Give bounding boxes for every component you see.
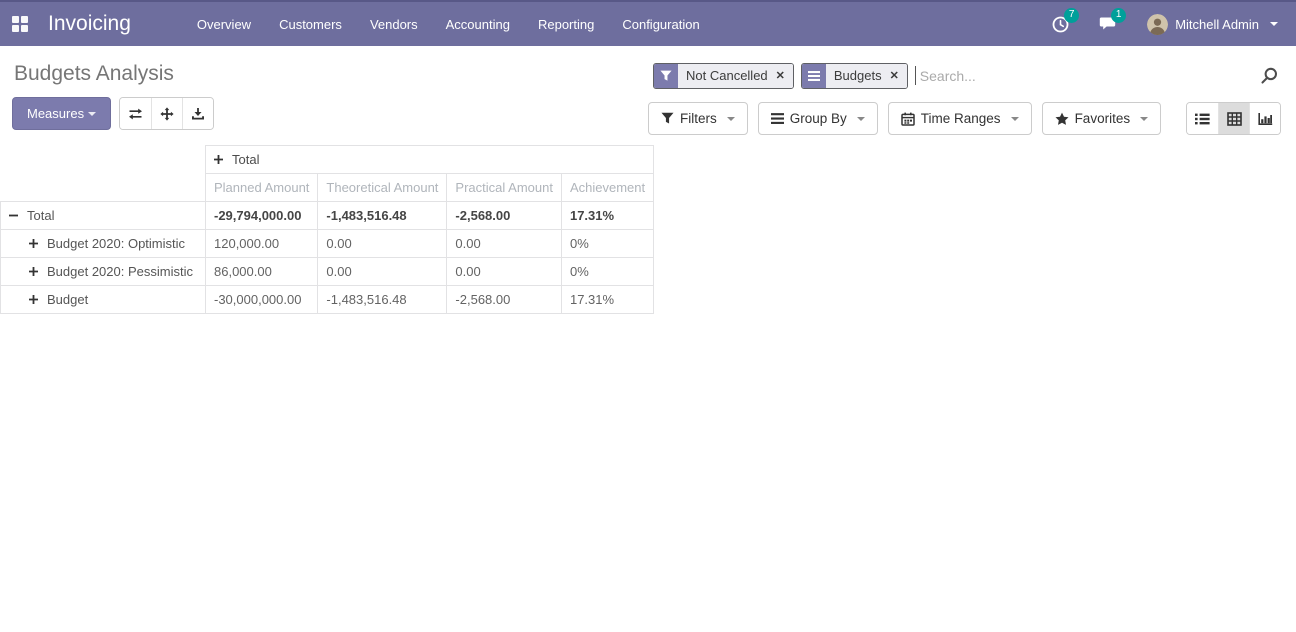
pivot-cell: 120,000.00 [206, 230, 318, 258]
expand-all-button[interactable] [151, 98, 182, 129]
app-title[interactable]: Invoicing [48, 12, 131, 36]
favorites-button[interactable]: Favorites [1042, 102, 1162, 135]
list-icon [1195, 112, 1210, 126]
chevron-down-icon [857, 117, 865, 121]
pivot-toolbar [119, 97, 214, 130]
pivot-row-budget[interactable]: Budget [1, 286, 206, 314]
download-button[interactable] [182, 98, 213, 129]
pivot-col-group-total[interactable]: Total [206, 146, 654, 174]
view-switcher [1186, 102, 1281, 135]
pivot-cell: 0.00 [447, 258, 562, 286]
pivot-view-button[interactable] [1218, 103, 1249, 134]
pivot-corner-cell [1, 174, 206, 202]
time-ranges-button[interactable]: Time Ranges [888, 102, 1032, 135]
main-menu: Overview Customers Vendors Accounting Re… [187, 11, 710, 38]
facet-label: Budgets [834, 68, 882, 83]
flip-axis-button[interactable] [120, 98, 151, 129]
pivot-cell: 0.00 [318, 230, 447, 258]
page-title: Budgets Analysis [14, 62, 648, 86]
menu-item-customers[interactable]: Customers [269, 11, 352, 38]
pivot-cell: 86,000.00 [206, 258, 318, 286]
chevron-down-icon [1270, 22, 1278, 26]
table-row: Budget 2020: Pessimistic 86,000.00 0.00 … [1, 258, 654, 286]
facet-remove-icon[interactable]: ✕ [890, 69, 899, 82]
star-icon [1055, 112, 1069, 126]
calendar-icon [901, 112, 915, 126]
pivot-cell: -2,568.00 [447, 202, 562, 230]
user-name: Mitchell Admin [1175, 17, 1259, 32]
pivot-cell: -1,483,516.48 [318, 286, 447, 314]
messages-badge: 1 [1111, 8, 1126, 23]
chevron-down-icon [1011, 117, 1019, 121]
text-cursor [915, 66, 916, 85]
measure-header-planned[interactable]: Planned Amount [206, 174, 318, 202]
menu-item-reporting[interactable]: Reporting [528, 11, 604, 38]
search-facet-groupby: Budgets ✕ [801, 63, 908, 89]
pivot-cell: 0.00 [318, 258, 447, 286]
chevron-down-icon [88, 112, 96, 116]
measure-header-theoretical[interactable]: Theoretical Amount [318, 174, 447, 202]
measure-header-practical[interactable]: Practical Amount [447, 174, 562, 202]
top-navbar: Invoicing Overview Customers Vendors Acc… [0, 0, 1296, 46]
flip-axis-icon [128, 107, 143, 121]
measure-header-achievement[interactable]: Achievement [561, 174, 653, 202]
activities-badge: 7 [1064, 8, 1079, 23]
avatar [1147, 14, 1168, 35]
table-row: Total -29,794,000.00 -1,483,516.48 -2,56… [1, 202, 654, 230]
pivot-cell: 17.31% [561, 286, 653, 314]
search-facet-filter: Not Cancelled ✕ [653, 63, 794, 89]
facet-remove-icon[interactable]: ✕ [776, 69, 785, 82]
filters-button[interactable]: Filters [648, 102, 748, 135]
pivot-row-budget-2020-optimistic[interactable]: Budget 2020: Optimistic [1, 230, 206, 258]
plus-icon[interactable] [29, 236, 38, 251]
pivot-cell: -2,568.00 [447, 286, 562, 314]
pivot-table: Total Planned Amount Theoretical Amount … [0, 145, 654, 314]
pivot-cell: 0% [561, 230, 653, 258]
search-bar: Not Cancelled ✕ Budgets ✕ [648, 59, 1281, 92]
list-view-button[interactable] [1187, 103, 1218, 134]
pivot-cell: 0.00 [447, 230, 562, 258]
facet-label: Not Cancelled [686, 68, 768, 83]
pivot-row-total[interactable]: Total [1, 202, 206, 230]
chevron-down-icon [1140, 117, 1148, 121]
pivot-cell: 17.31% [561, 202, 653, 230]
apps-menu-icon[interactable] [12, 16, 28, 32]
control-panel: Budgets Analysis Measures [0, 46, 1296, 135]
search-options-row: Filters Group By Time Ranges [648, 102, 1281, 135]
pivot-table-icon [1227, 112, 1242, 126]
table-row: Budget -30,000,000.00 -1,483,516.48 -2,5… [1, 286, 654, 314]
menu-item-accounting[interactable]: Accounting [436, 11, 520, 38]
group-by-icon [771, 112, 784, 125]
bar-chart-icon [1258, 112, 1273, 126]
activities-button[interactable]: 7 [1052, 16, 1069, 33]
filter-icon [661, 112, 674, 125]
user-menu[interactable]: Mitchell Admin [1147, 14, 1278, 35]
menu-item-configuration[interactable]: Configuration [612, 11, 709, 38]
pivot-cell: -1,483,516.48 [318, 202, 447, 230]
chevron-down-icon [727, 117, 735, 121]
minus-icon[interactable] [9, 208, 18, 223]
group-by-button[interactable]: Group By [758, 102, 878, 135]
pivot-view: Total Planned Amount Theoretical Amount … [0, 145, 1296, 314]
search-icon[interactable] [1260, 67, 1281, 85]
filter-icon [654, 64, 678, 88]
download-icon [191, 107, 205, 121]
graph-view-button[interactable] [1249, 103, 1280, 134]
messages-button[interactable]: 1 [1099, 16, 1117, 32]
pivot-row-budget-2020-pessimistic[interactable]: Budget 2020: Pessimistic [1, 258, 206, 286]
expand-arrows-icon [160, 107, 174, 121]
pivot-cell: -29,794,000.00 [206, 202, 318, 230]
group-by-icon [802, 64, 826, 88]
plus-icon[interactable] [29, 264, 38, 279]
measures-button[interactable]: Measures [12, 97, 111, 130]
plus-icon[interactable] [29, 292, 38, 307]
pivot-corner-cell [1, 146, 206, 174]
pivot-cell: 0% [561, 258, 653, 286]
plus-icon[interactable] [214, 152, 223, 167]
table-row: Budget 2020: Optimistic 120,000.00 0.00 … [1, 230, 654, 258]
pivot-cell: -30,000,000.00 [206, 286, 318, 314]
menu-item-vendors[interactable]: Vendors [360, 11, 428, 38]
search-input[interactable] [918, 67, 1260, 85]
menu-item-overview[interactable]: Overview [187, 11, 261, 38]
